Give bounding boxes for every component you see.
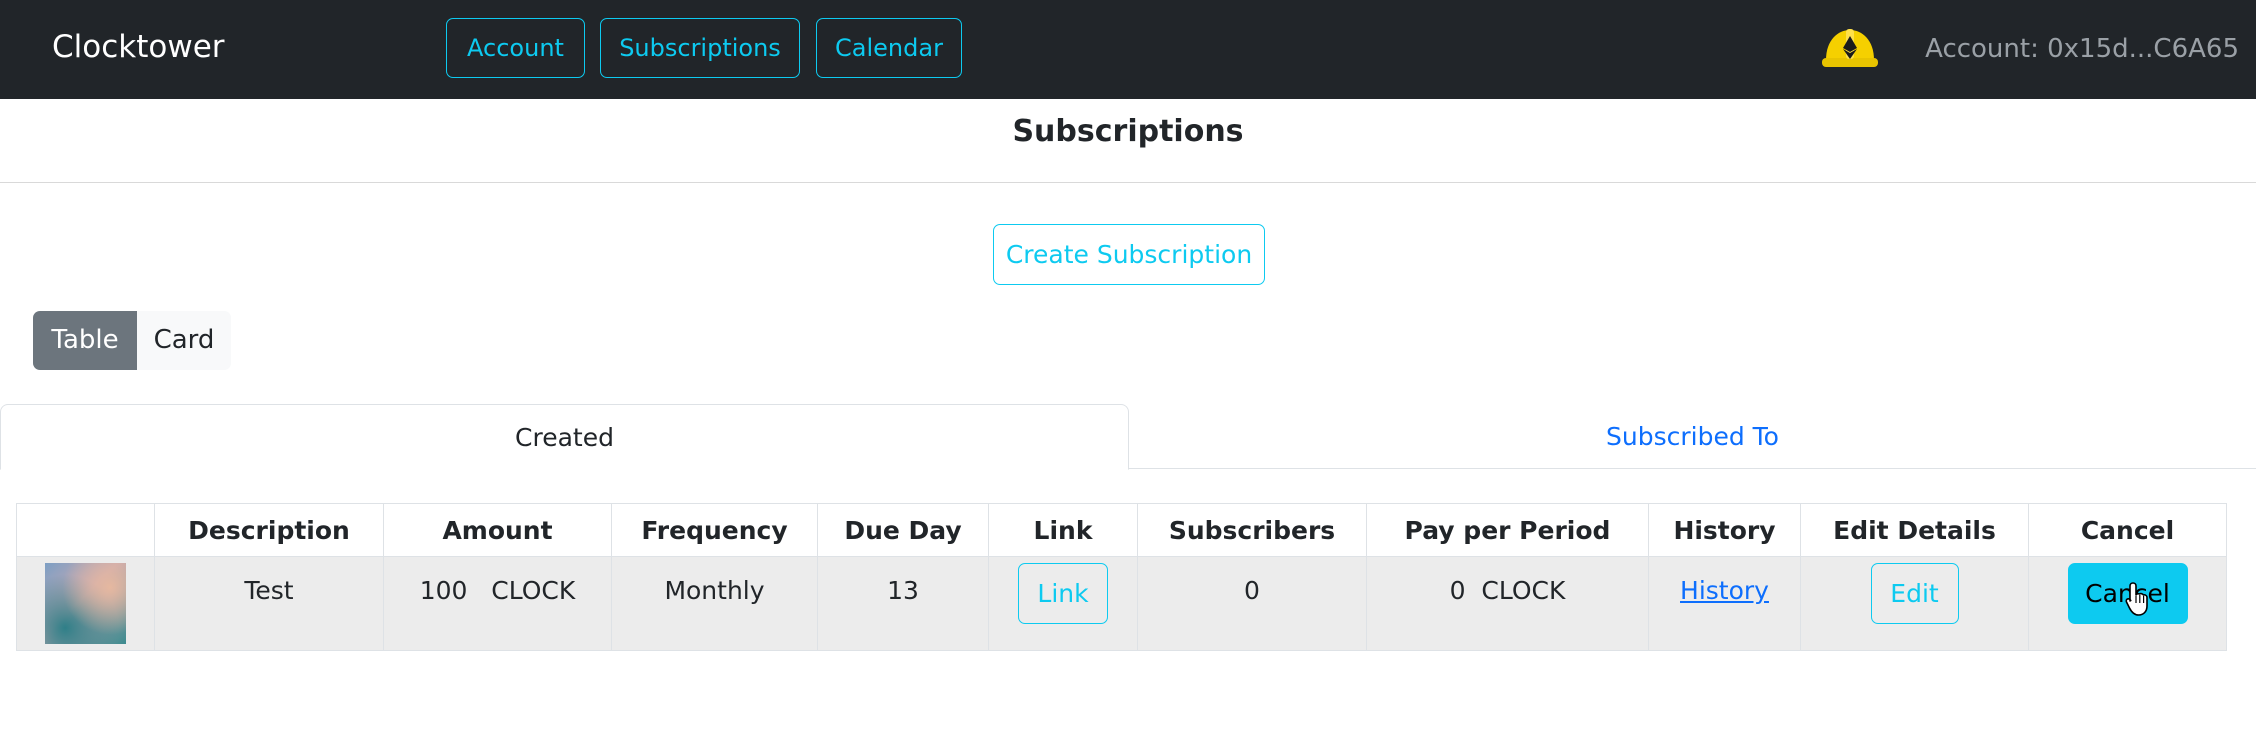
edit-button[interactable]: Edit: [1870, 563, 1959, 624]
cell-amount: 100 CLOCK: [383, 556, 612, 651]
create-subscription-button[interactable]: Create Subscription: [993, 224, 1265, 285]
ethereum-helmet-icon: [1822, 29, 1878, 67]
tab-created[interactable]: Created: [0, 404, 1129, 470]
cell-edit-details: Edit: [1800, 556, 2029, 651]
cell-description: Test: [154, 556, 384, 651]
column-header-history: History: [1648, 503, 1801, 557]
toggle-table-button[interactable]: Table: [33, 311, 137, 370]
table-row: Test 100 CLOCK Monthly 13 Link 0 0 CLOCK…: [16, 556, 2227, 651]
brand-title[interactable]: Clocktower: [52, 27, 225, 67]
page-title: Subscriptions: [1012, 114, 1244, 149]
cell-image: [16, 556, 155, 651]
column-header-subscribers: Subscribers: [1137, 503, 1367, 557]
cancel-button-wrapper: Cancel: [2067, 557, 2188, 624]
table-header-row: Description Amount Frequency Due Day Lin…: [16, 503, 2227, 557]
view-toggle: Table Card: [33, 311, 231, 370]
due-day-value: 13: [887, 576, 919, 605]
amount-value: 100 CLOCK: [419, 576, 576, 605]
cell-frequency: Monthly: [611, 556, 818, 651]
subscriptions-table: Description Amount Frequency Due Day Lin…: [16, 503, 2227, 651]
cell-pay-per-period: 0 CLOCK: [1366, 556, 1649, 651]
column-header-cancel: Cancel: [2028, 503, 2227, 557]
column-header-description: Description: [154, 503, 384, 557]
column-header-link: Link: [988, 503, 1138, 557]
history-link[interactable]: History: [1649, 557, 1800, 606]
link-button[interactable]: Link: [1018, 563, 1108, 624]
navbar: Clocktower Account Subscriptions Calenda…: [0, 0, 2256, 99]
frequency-value: Monthly: [664, 576, 765, 605]
cell-cancel: Cancel: [2028, 556, 2227, 651]
column-header-amount: Amount: [383, 503, 612, 557]
nav-calendar-button[interactable]: Calendar: [816, 18, 962, 78]
account-address: Account: 0x15d...C6A65: [1925, 34, 2239, 64]
column-header-pay-per-period: Pay per Period: [1366, 503, 1649, 557]
column-header-image: [16, 503, 155, 557]
column-header-frequency: Frequency: [611, 503, 818, 557]
cell-link: Link: [988, 556, 1138, 651]
tab-subscribed-to[interactable]: Subscribed To: [1129, 404, 2256, 469]
header-divider: [0, 182, 2256, 183]
cell-history: History: [1648, 556, 1801, 651]
cell-due-day: 13: [817, 556, 989, 651]
column-header-edit-details: Edit Details: [1800, 503, 2029, 557]
hand-pointer-cursor-icon: [2124, 582, 2148, 616]
nav-account-button[interactable]: Account: [446, 18, 585, 78]
description-value: Test: [244, 576, 294, 605]
cell-subscribers: 0: [1137, 556, 1367, 651]
subscription-thumbnail: [45, 563, 126, 644]
nav-subscriptions-button[interactable]: Subscriptions: [600, 18, 800, 78]
column-header-due-day: Due Day: [817, 503, 989, 557]
subscribers-value: 0: [1244, 576, 1260, 605]
toggle-card-button[interactable]: Card: [137, 311, 231, 370]
pay-per-period-value: 0 CLOCK: [1449, 576, 1566, 605]
